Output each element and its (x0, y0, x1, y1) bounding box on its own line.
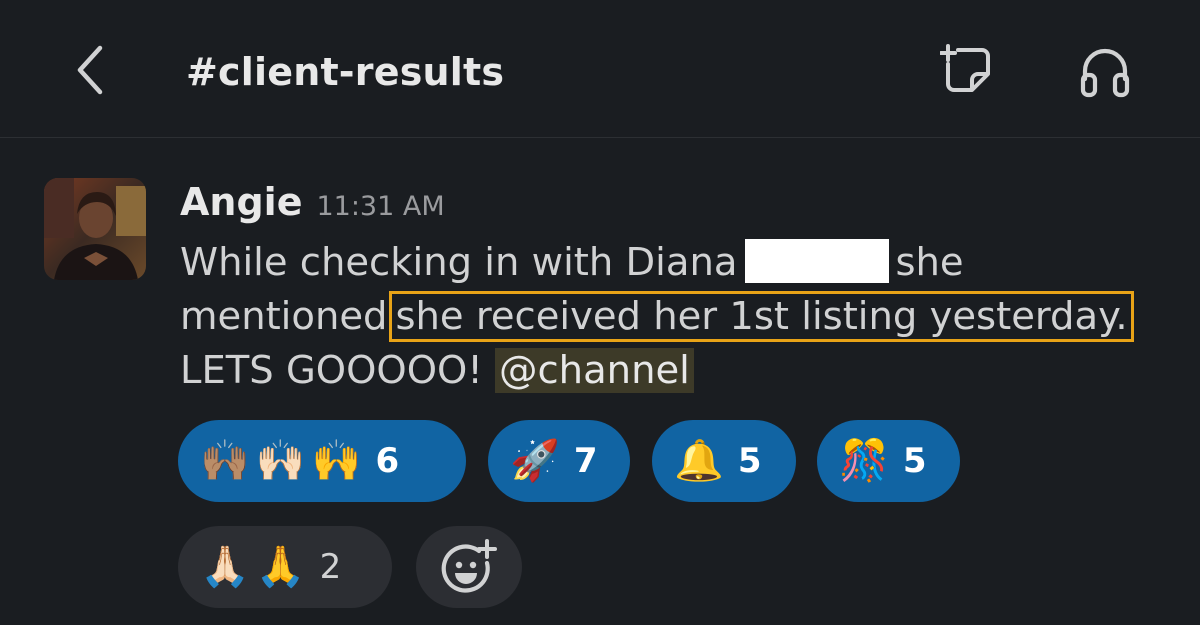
message-text-part1: While checking in with Diana (180, 240, 738, 285)
message-text-part3: LETS GOOOOO! (180, 348, 483, 393)
reaction-count: 2 (319, 547, 342, 587)
redaction-box (745, 239, 890, 283)
reaction-rocket[interactable]: 🚀 7 (488, 420, 630, 502)
add-reaction-button[interactable] (416, 526, 522, 608)
reaction-raised-hands[interactable]: 🙌🏽 🙌🏻 🙌 6 (178, 420, 466, 502)
message-body: While checking in with Diana she mentione… (180, 236, 1180, 398)
folded-hands-light-skin-emoji: 🙏🏻 (200, 544, 250, 590)
channel-title[interactable]: #client-results (186, 48, 504, 96)
message-header: Angie 11:31 AM (180, 180, 445, 230)
avatar-photo (44, 178, 146, 280)
headphones-icon (1080, 48, 1130, 98)
reaction-confetti[interactable]: 🎊 5 (817, 420, 960, 502)
back-button[interactable] (62, 38, 118, 102)
new-canvas-button[interactable] (938, 38, 998, 102)
app: #client-results Angie 11:31 AM While che… (0, 0, 1200, 625)
huddle-button[interactable] (1074, 40, 1136, 102)
rocket-emoji: 🚀 (510, 438, 560, 484)
chevron-left-icon (77, 45, 103, 95)
raised-hands-emoji: 🙌 (311, 438, 362, 484)
message-timestamp[interactable]: 11:31 AM (316, 191, 444, 222)
reaction-count: 6 (375, 441, 400, 481)
reaction-count: 7 (573, 441, 598, 481)
highlighted-text: she received her 1st listing yesterday. (389, 291, 1134, 342)
add-emoji-icon (441, 539, 497, 593)
reaction-folded-hands[interactable]: 🙏🏻 🙏 2 (178, 526, 392, 608)
channel-header: #client-results (0, 0, 1200, 138)
reaction-count: 5 (902, 441, 927, 481)
channel-mention[interactable]: @channel (495, 348, 694, 393)
canvas-plus-icon (940, 44, 990, 92)
confetti-ball-emoji: 🎊 (839, 438, 889, 484)
reaction-bell[interactable]: 🔔 5 (652, 420, 796, 502)
raised-hands-light-skin-emoji: 🙌🏻 (255, 438, 306, 484)
avatar[interactable] (44, 178, 146, 280)
author-name[interactable]: Angie (180, 180, 302, 224)
bell-emoji: 🔔 (674, 438, 724, 484)
folded-hands-emoji: 🙏 (255, 544, 306, 590)
reaction-count: 5 (737, 441, 762, 481)
raised-hands-medium-skin-emoji: 🙌🏽 (200, 438, 250, 484)
